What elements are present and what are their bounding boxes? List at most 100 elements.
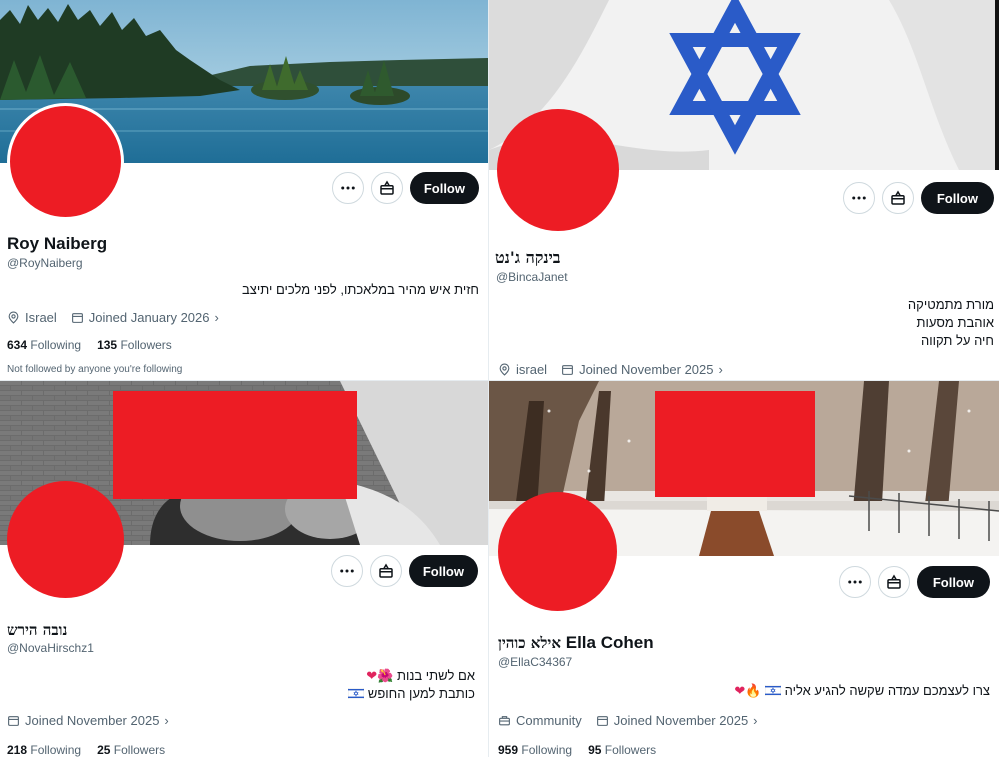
more-icon	[340, 569, 354, 573]
location-text: israel	[516, 362, 548, 377]
display-name: בינקה ג'נט	[495, 248, 561, 267]
following-count: 218	[7, 743, 28, 757]
following-label: Following	[30, 338, 82, 352]
subscribe-button[interactable]	[370, 172, 403, 204]
israel-flag-icon	[348, 688, 365, 699]
followers-label: Followers	[120, 338, 172, 352]
more-options-button[interactable]	[842, 182, 875, 214]
display-name: אילא כוהין Ella Cohen	[498, 633, 654, 653]
redaction-box	[113, 391, 357, 499]
username: @NovaHirschz1	[7, 641, 94, 655]
bio-line: אוהבת מסעות	[916, 315, 994, 330]
profile-meta: Community Joined November 2025 ›	[498, 713, 758, 728]
username: @EllaC34367	[498, 655, 573, 669]
heart-emoji-icon: ❤	[734, 683, 746, 698]
follow-button[interactable]: Follow	[408, 555, 478, 587]
bio-line: חיה על תקווה	[921, 333, 994, 348]
mutual-followers-note: Not followed by anyone you're following	[7, 364, 183, 375]
followers-label: Followers	[604, 743, 657, 757]
joined-text: Joined November 2025	[613, 713, 749, 728]
calendar-icon	[8, 716, 19, 726]
display-name: Roy Naiberg	[7, 234, 108, 253]
following-label: Following	[30, 743, 82, 757]
profile-card-roy-naiberg: Follow Roy Naiberg @RoyNaiberg חזית איש …	[0, 0, 488, 380]
subscribe-button[interactable]	[369, 555, 402, 587]
joined-date[interactable]: Joined November 2025 ›	[596, 713, 758, 728]
profile-meta: Israel Joined January 2026 ›	[7, 310, 219, 325]
followers-count: 95	[588, 743, 602, 757]
username: @BincaJanet	[496, 270, 568, 284]
profile-card-ella-cohen: Follow אילא כוהין Ella Cohen @EllaC34367…	[489, 381, 999, 757]
bio-line: חזית איש מהיר במלאכתו, לפני מלכים יתיצב	[242, 282, 479, 297]
follow-button[interactable]: Follow	[920, 182, 994, 214]
avatar[interactable]	[498, 492, 617, 611]
followers-count: 25	[97, 743, 111, 757]
following-link[interactable]: 634 Following	[7, 338, 81, 352]
profile-meta: israel Joined November 2025 ›	[498, 362, 723, 377]
more-icon	[848, 580, 862, 584]
profile-card-binca-janet: Follow בינקה ג'נט @BincaJanet מורת מתמטי…	[489, 0, 999, 380]
profile-meta: Joined November 2025 ›	[7, 713, 169, 728]
joined-date[interactable]: Joined January 2026 ›	[71, 310, 219, 325]
followers-count: 135	[97, 338, 118, 352]
profile-actions: Follow	[842, 182, 994, 214]
follow-stats: 634 Following 135 Followers	[7, 338, 172, 352]
profile-actions: Follow	[331, 172, 479, 204]
fire-emoji-icon: 🔥	[745, 683, 762, 698]
display-name-latin: Ella Cohen	[565, 633, 654, 652]
followers-link[interactable]: 135 Followers	[97, 338, 172, 352]
more-icon	[852, 196, 866, 200]
community-text: Community	[516, 713, 582, 728]
chevron-right-icon: ›	[718, 362, 723, 377]
community-link[interactable]: Community	[498, 713, 582, 728]
bio: מורת מתמטיקה אוהבת מסעות חיה על תקווה	[908, 296, 994, 350]
gift-icon	[891, 190, 905, 205]
following-count: 634	[7, 338, 28, 352]
chevron-right-icon: ›	[214, 310, 219, 325]
profile-actions: Follow	[330, 555, 478, 587]
bio-line-text: אם לשתי בנות	[396, 668, 475, 683]
bio-line-text: כותבת למען החופש	[367, 686, 475, 701]
subscribe-button[interactable]	[877, 566, 910, 598]
bio-line: מורת מתמטיקה	[907, 297, 994, 312]
calendar-icon	[562, 365, 573, 375]
chevron-right-icon: ›	[753, 713, 758, 728]
display-name-hebrew: אילא כוהין	[498, 634, 561, 652]
joined-date[interactable]: Joined November 2025 ›	[561, 362, 723, 377]
followers-link[interactable]: 95 Followers	[588, 743, 656, 757]
profile-actions: Follow	[838, 566, 990, 598]
joined-text: Joined November 2025	[25, 713, 160, 728]
joined-date[interactable]: Joined November 2025 ›	[7, 713, 169, 728]
followers-link[interactable]: 25 Followers	[97, 743, 165, 757]
calendar-icon	[71, 313, 83, 323]
subscribe-button[interactable]	[881, 182, 914, 214]
flower-emoji-icon: 🌺	[377, 668, 394, 683]
profile-card-nova-hirsch: Follow נובה הירש @NovaHirschz1 אם לשתי ב…	[0, 381, 488, 757]
avatar[interactable]	[497, 109, 619, 231]
following-count: 959	[498, 743, 519, 757]
bio-line: צרו לעצמכם עמדה שקשה להגיע אליה 🔥❤	[734, 682, 990, 700]
following-link[interactable]: 218 Following	[7, 743, 81, 757]
joined-text: Joined November 2025	[579, 362, 714, 377]
more-options-button[interactable]	[331, 172, 364, 204]
vertical-divider	[488, 0, 489, 757]
more-options-button[interactable]	[838, 566, 871, 598]
following-label: Following	[521, 743, 573, 757]
gift-icon	[380, 180, 394, 195]
follow-button[interactable]: Follow	[409, 172, 479, 204]
horizontal-divider	[0, 380, 999, 381]
follow-stats: 959 Following 95 Followers	[498, 743, 656, 757]
following-link[interactable]: 959 Following	[498, 743, 572, 757]
chevron-right-icon: ›	[164, 713, 169, 728]
location-text: Israel	[25, 310, 57, 325]
avatar[interactable]	[7, 103, 124, 220]
follow-button[interactable]: Follow	[916, 566, 990, 598]
more-options-button[interactable]	[330, 555, 363, 587]
avatar[interactable]	[7, 481, 124, 598]
joined-text: Joined January 2026	[88, 310, 210, 325]
location-pin-icon	[499, 363, 510, 376]
follow-stats: 218 Following 25 Followers	[7, 743, 165, 757]
bio: אם לשתי בנות 🌺❤ כותבת למען החופש	[348, 667, 475, 703]
calendar-icon	[596, 716, 608, 726]
heart-emoji-icon: ❤	[366, 668, 378, 683]
